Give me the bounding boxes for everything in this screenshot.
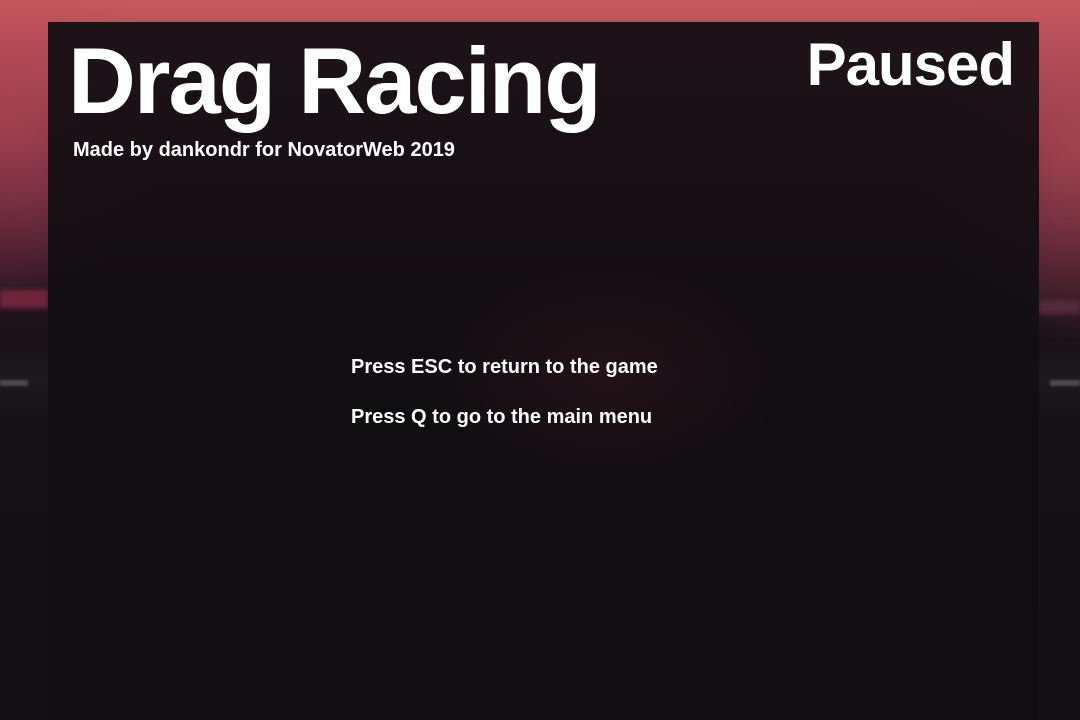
pause-instructions: Press ESC to return to the game Press Q … xyxy=(351,355,658,455)
road-marking-left xyxy=(0,380,28,386)
game-scene: Drag Racing Made by dankondr for Novator… xyxy=(0,0,1080,720)
instruction-main-menu: Press Q to go to the main menu xyxy=(351,406,653,428)
background-stripe-left xyxy=(0,290,48,308)
credit-text: Made by dankondr for NovatorWeb 2019 xyxy=(73,139,455,161)
road-marking-right xyxy=(1050,380,1080,386)
game-title: Drag Racing xyxy=(68,28,602,133)
instruction-resume: Press ESC to return to the game xyxy=(351,356,658,378)
background-stripe-right xyxy=(1038,300,1080,314)
paused-label: Paused xyxy=(806,31,1015,98)
